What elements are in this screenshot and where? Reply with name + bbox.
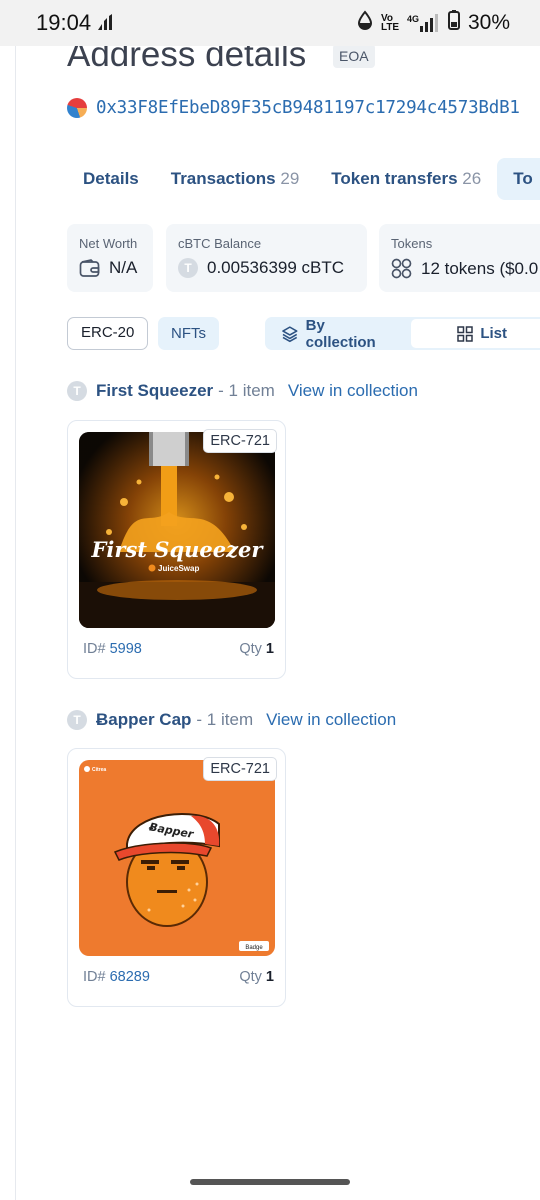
nft-art-corner: Citrea	[92, 767, 106, 773]
by-collection-label: By collection	[305, 317, 376, 350]
nft-art-tag: Badge	[245, 945, 263, 951]
address-hash[interactable]: 0x33F8EfEbeD89F35cB9481197c17294c4573BdB…	[96, 98, 520, 118]
address-row: 0x33F8EfEbeD89F35cB9481197c17294c4573BdB…	[67, 98, 520, 118]
view-toggle: By collection List	[265, 317, 540, 350]
address-avatar	[67, 98, 87, 118]
status-bar: 19:04 Vo LTE 4G 30%	[0, 0, 540, 46]
tab-label: Token transfers	[331, 169, 458, 188]
status-time: 19:04	[36, 10, 92, 35]
view-in-collection-link[interactable]: View in collection	[288, 381, 418, 401]
list-label: List	[480, 325, 507, 342]
balance-label: cBTC Balance	[178, 236, 262, 251]
nft-image: First Squeezer JuiceSwap	[79, 432, 275, 628]
by-collection-button[interactable]: By collection	[267, 317, 411, 350]
nft-qty-label: Qty	[239, 641, 262, 657]
erc721-badge: ERC-721	[203, 757, 277, 781]
list-view-button[interactable]: List	[411, 319, 540, 348]
tab-details[interactable]: Details	[67, 158, 155, 200]
battery-percent: 30%	[467, 11, 510, 34]
nft-id[interactable]: 5998	[110, 641, 142, 657]
activity-icon	[96, 12, 116, 37]
net-worth-card: Net Worth N/A	[67, 224, 153, 292]
nft-art-brand: JuiceSwap	[158, 564, 199, 573]
signal-icon: 4G	[407, 14, 440, 32]
nft-qty: 1	[265, 969, 274, 985]
nft-id[interactable]: 68289	[110, 969, 150, 985]
volte-indicator: Vo LTE	[380, 13, 400, 33]
collection-name[interactable]: First Squeezer	[96, 381, 213, 401]
sidebar-divider	[15, 46, 16, 1200]
eoa-badge: EOA	[333, 44, 375, 68]
collection-count: - 1 item	[196, 710, 254, 729]
nft-image: Citrea Ƀapper Badge	[79, 760, 275, 956]
net-worth-label: Net Worth	[79, 236, 138, 251]
address-tabs: Details Transactions 29 Token transfers …	[67, 158, 540, 200]
erc721-badge: ERC-721	[203, 429, 277, 453]
network-type: 4G	[406, 14, 419, 24]
tab-transactions[interactable]: Transactions 29	[155, 158, 316, 200]
tab-tokens[interactable]: To	[497, 158, 540, 200]
collection-header: T Ƀapper Cap - 1 item View in collection	[67, 710, 396, 730]
nft-qty-label: Qty	[239, 969, 262, 985]
net-worth-value: N/A	[109, 258, 138, 277]
nft-id-label: ID#	[83, 641, 106, 657]
nft-footer: ID# 5998 Qty 1	[83, 641, 274, 657]
layers-icon	[282, 325, 298, 342]
nft-footer: ID# 68289 Qty 1	[83, 969, 274, 985]
tokens-grid-icon	[391, 258, 412, 279]
tab-label: Transactions	[170, 169, 276, 188]
collection-token-icon: T	[67, 381, 87, 401]
collection-token-icon: T	[67, 710, 87, 730]
collection-header: T First Squeezer - 1 item View in collec…	[67, 381, 418, 401]
nft-card[interactable]: First Squeezer JuiceSwap ERC-721 ID# 599…	[67, 420, 286, 679]
tokens-value: 12 tokens ($0.0	[421, 258, 539, 278]
data-saver-icon	[357, 10, 373, 36]
wallet-icon	[79, 258, 100, 277]
view-in-collection-link[interactable]: View in collection	[266, 710, 396, 730]
tab-label: To	[513, 169, 533, 188]
tab-label: Details	[83, 169, 139, 188]
tab-count: 29	[280, 169, 300, 188]
home-indicator[interactable]	[190, 1179, 350, 1185]
collection-name[interactable]: Ƀapper Cap	[96, 710, 191, 730]
tokens-label: Tokens	[391, 236, 433, 251]
balance-card: cBTC Balance T 0.00536399 cBTC	[166, 224, 367, 292]
tab-token-transfers[interactable]: Token transfers 26	[315, 158, 497, 200]
nft-id-label: ID#	[83, 969, 106, 985]
grid-icon	[457, 325, 474, 342]
nft-card[interactable]: Citrea Ƀapper Badge ERC-721 ID# 68289 Qt…	[67, 748, 286, 1007]
nft-art-title: First Squeezer	[91, 537, 265, 562]
collection-count: - 1 item	[218, 381, 275, 400]
summary-cards: Net Worth N/A cBTC Balance T 0.00536399 …	[0, 224, 540, 292]
nfts-filter-button[interactable]: NFTs	[158, 317, 219, 350]
nft-qty: 1	[265, 641, 274, 657]
balance-value: 0.00536399 cBTC	[207, 258, 345, 277]
battery-icon	[447, 10, 460, 36]
tokens-card[interactable]: Tokens 12 tokens ($0.0	[379, 224, 540, 292]
tab-count: 26	[462, 169, 482, 188]
erc20-filter-button[interactable]: ERC-20	[67, 317, 149, 350]
cbtc-coin-icon: T	[178, 258, 198, 278]
